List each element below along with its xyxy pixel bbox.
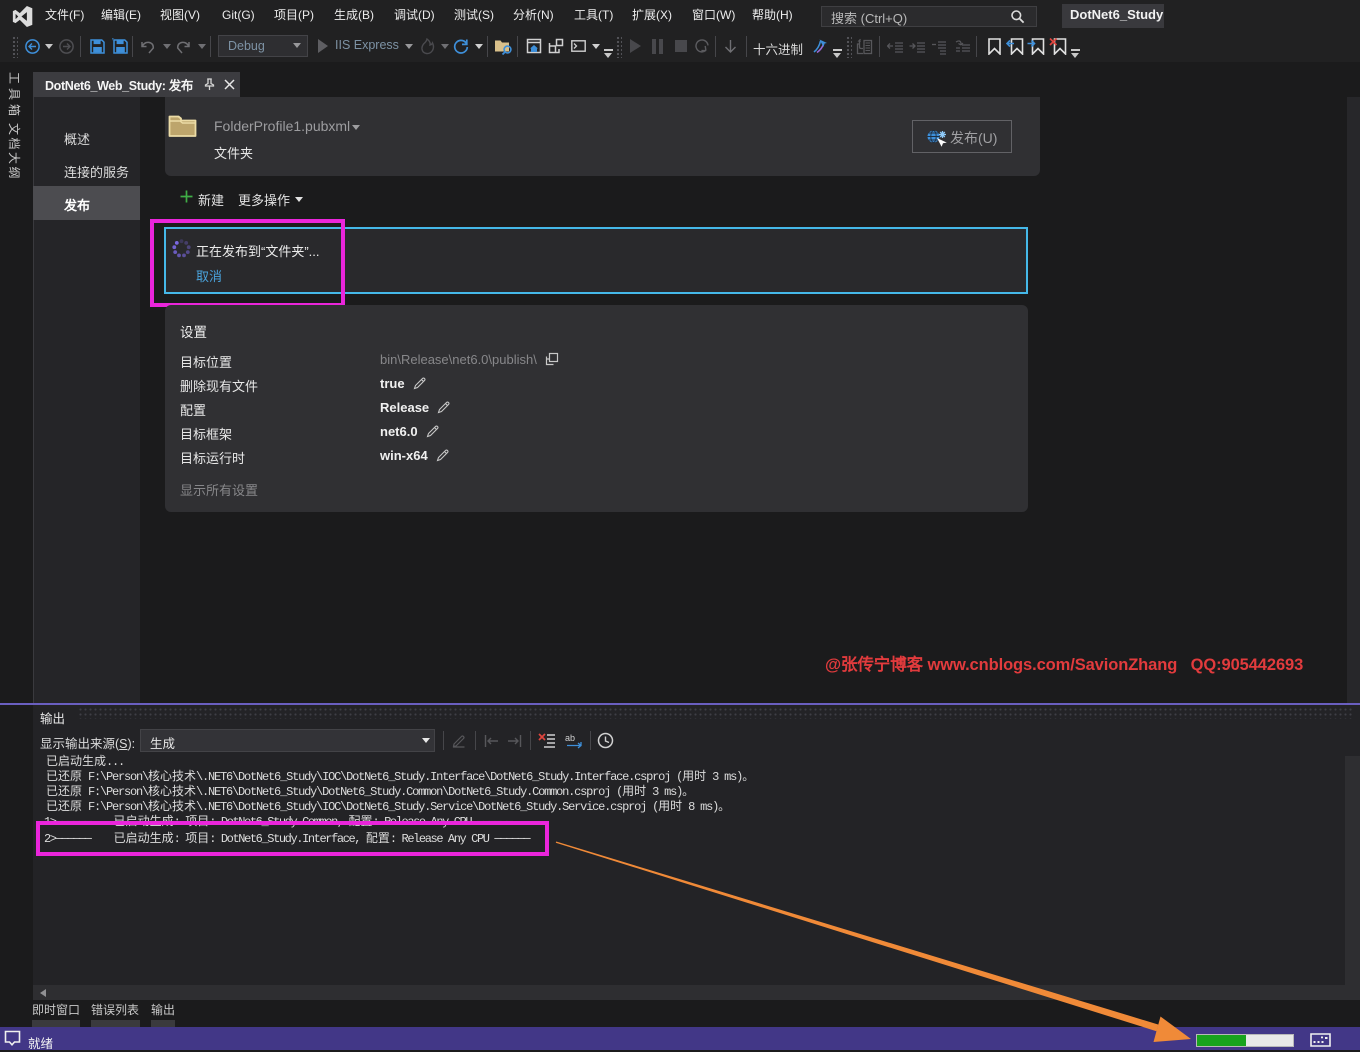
- svg-text:ab: ab: [565, 733, 575, 743]
